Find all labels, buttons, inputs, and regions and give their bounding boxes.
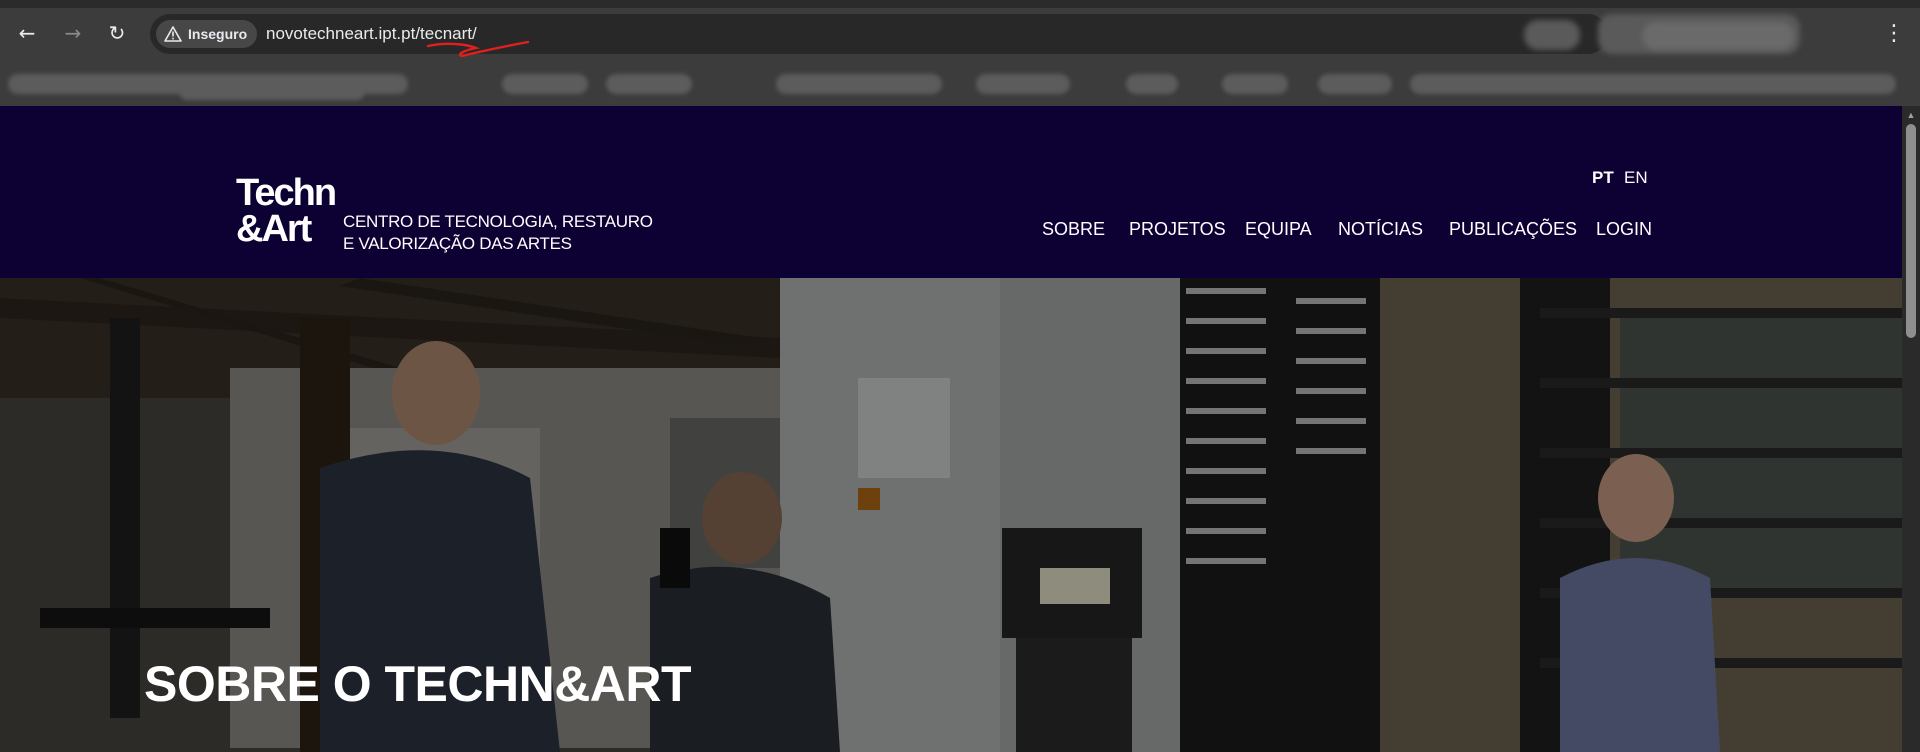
forward-button[interactable]: → xyxy=(60,20,86,46)
bookmark-item[interactable] xyxy=(1410,74,1896,94)
nav-publicacoes[interactable]: PUBLICAÇÕES xyxy=(1449,218,1577,240)
redacted-extension xyxy=(1524,20,1580,50)
lang-en[interactable]: EN xyxy=(1624,168,1648,188)
site-header: Techn &Art CENTRO DE TECNOLOGIA, RESTAUR… xyxy=(0,106,1902,278)
tab-strip xyxy=(0,0,1920,8)
back-button[interactable]: ← xyxy=(14,20,40,46)
bookmark-item[interactable] xyxy=(1222,74,1288,94)
reload-icon: ↻ xyxy=(108,21,126,45)
reload-button[interactable]: ↻ xyxy=(104,20,130,46)
security-label: Inseguro xyxy=(188,26,248,42)
hero-title: SOBRE O TECHN&ART xyxy=(144,656,692,712)
bookmark-item[interactable] xyxy=(976,74,1070,94)
hero-banner: SOBRE O TECHN&ART xyxy=(0,278,1902,752)
logo-tagline-2: E VALORIZAÇÃO DAS ARTES xyxy=(343,234,572,253)
kebab-menu-icon: ⋮ xyxy=(1883,21,1905,46)
arrow-right-icon: → xyxy=(64,21,82,45)
arrow-left-icon: ← xyxy=(18,21,36,45)
bookmark-item[interactable] xyxy=(776,74,942,94)
redacted-profile-detail xyxy=(1642,22,1794,50)
bookmark-item[interactable] xyxy=(1318,74,1392,94)
bookmark-item[interactable] xyxy=(1126,74,1178,94)
bookmark-item[interactable] xyxy=(180,86,364,100)
warning-icon xyxy=(164,26,182,42)
url-host: novotechneart.ipt.pt/ xyxy=(266,24,421,43)
lang-pt[interactable]: PT xyxy=(1592,168,1614,188)
bookmark-item[interactable] xyxy=(502,74,588,94)
security-chip[interactable]: Inseguro xyxy=(156,20,258,48)
logo-word-techn: Techn xyxy=(236,172,337,214)
bookmark-item[interactable] xyxy=(606,74,692,94)
logo-tagline-1: CENTRO DE TECNOLOGIA, RESTAURO xyxy=(343,212,653,231)
scroll-up-icon[interactable]: ▲ xyxy=(1906,110,1916,120)
red-annotation-scribble xyxy=(426,40,530,58)
nav-noticias[interactable]: NOTÍCIAS xyxy=(1338,218,1423,240)
web-page: Techn &Art CENTRO DE TECNOLOGIA, RESTAUR… xyxy=(0,106,1902,752)
nav-equipa[interactable]: EQUIPA xyxy=(1245,218,1312,240)
logo-word-art: &Art xyxy=(236,208,312,250)
nav-login[interactable]: LOGIN xyxy=(1596,218,1652,240)
browser-menu-button[interactable]: ⋮ xyxy=(1883,20,1905,48)
nav-projetos[interactable]: PROJETOS xyxy=(1129,218,1226,240)
nav-sobre[interactable]: SOBRE xyxy=(1042,218,1105,240)
scrollbar-thumb[interactable] xyxy=(1906,124,1916,338)
